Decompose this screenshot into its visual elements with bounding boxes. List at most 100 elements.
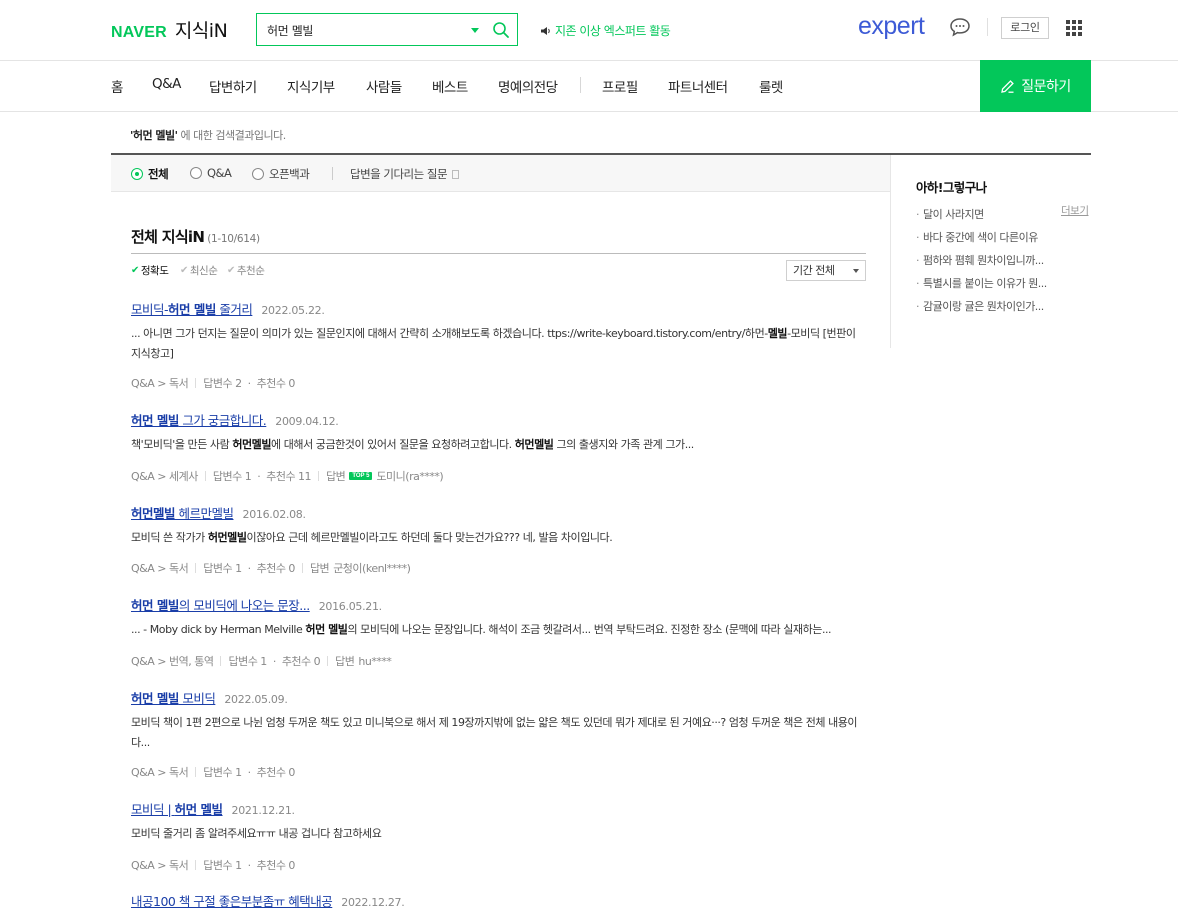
radio-icon [190,167,202,179]
result-date: 2022.05.09. [224,693,288,706]
result-title-link[interactable]: 허먼 멜빌 그가 궁금합니다. [131,410,267,429]
naver-logo-text: NAVER [111,24,167,41]
side-list-item[interactable]: 특별시를 붙이는 이유가 뭔... [916,275,1047,298]
result-category[interactable]: Q&A > 독서 [131,764,189,780]
expert-notice-link[interactable]: 지존 이상 엑스퍼트 활동 [540,22,671,39]
result-recommend-count: 추천수 0 [281,655,321,668]
result-snippet: 책'모비딕'을 만든 사람 허먼멜빌에 대해서 궁금한것이 있어서 질문을 요청… [131,435,866,455]
result-title-link[interactable]: 허먼 멜빌 모비딕 [131,688,216,707]
result-title-link[interactable]: 모비딕-허먼 멜빌 줄거리 [131,299,253,318]
result-category[interactable]: Q&A > 독서 [131,560,189,576]
result-item: 허먼멜빌 헤르만멜빌 2016.02.08. 모비딕 쓴 작가가 허먼멜빌이잖아… [131,503,866,575]
snippet-text: 그의 출생지와 가족 관계 그가... [553,438,694,451]
sort-accuracy[interactable]: ✔ 정확도 [131,263,169,278]
result-snippet: ... - Moby dick by Herman Melville 허먼 멜빌… [131,620,866,640]
check-icon: ✔ [131,265,139,276]
result-answer-count: 답변수 1 [203,766,242,779]
result-title-link[interactable]: 허먼 멜빌의 모비딕에 나오는 문장... [131,595,310,614]
side-list-item[interactable]: 펌하와 폄훼 뭔차이입니까... [916,252,1047,275]
result-title-text: 줄거리 [215,302,253,317]
result-title-text: 의 모비딕에 나오는 문장... [178,598,310,613]
filter-radio-encyclopedia[interactable]: 오픈백과 [252,166,310,182]
result-title-highlight: 허먼 멜빌 [131,598,179,613]
expert-logo[interactable]: expert [858,12,925,41]
chat-icon[interactable] [949,17,971,37]
result-title-highlight: 허먼 멜빌 [131,413,179,428]
result-title-link[interactable]: 허먼멜빌 헤르만멜빌 [131,503,234,522]
result-title-text: 내공100 책 구절 좋은부분좀ㅠ 혜택내공 [131,894,333,909]
filter-label-encyclopedia: 오픈백과 [269,167,310,181]
apps-grid-icon[interactable] [1066,20,1082,36]
result-snippet: 모비딕 책이 1편 2편으로 나뉜 엄청 두꺼운 책도 있고 미니북으로 해서 … [131,716,858,749]
chevron-down-icon [853,269,859,273]
meta-dot: · [257,469,261,483]
answerer-name[interactable]: hu**** [358,655,391,668]
login-button[interactable]: 로그인 [1001,17,1049,39]
side-list-item[interactable]: 감귤이랑 귤은 뭔차이인가... [916,298,1047,321]
filter-radio-qna[interactable]: Q&A [190,166,232,180]
sort-accuracy-label: 정확도 [140,265,169,277]
result-category[interactable]: Q&A > 독서 [131,857,189,873]
result-item: 허먼 멜빌 모비딕 2022.05.09. 모비딕 책이 1편 2편으로 나뉜 … [131,688,866,779]
nav-item-home[interactable]: 홈 [111,76,123,96]
naver-kin-logo[interactable]: NAVER 지식iN [111,16,228,43]
result-category[interactable]: Q&A > 독서 [131,375,189,391]
snippet-highlight: 허먼멜빌 [514,438,554,451]
nav-item-people[interactable]: 사람들 [366,76,402,96]
result-answer-count: 답변수 1 [203,562,242,575]
result-title-link[interactable]: 내공100 책 구절 좋은부분좀ㅠ 혜택내공 [131,891,333,910]
nav-item-best[interactable]: 베스트 [432,76,468,96]
snippet-text: 의 모비딕에 나오는 문장입니다. 해석이 조금 헷갈려서... 번역 부탁드려… [347,623,832,636]
result-item: 허먼 멜빌의 모비딕에 나오는 문장... 2016.05.21. ... - … [131,595,866,668]
snippet-text: 책'모비딕'을 만든 사람 [131,438,233,451]
meta-divider [204,471,206,481]
meta-dot: · [272,654,277,668]
filter-label-qna: Q&A [207,166,232,180]
period-select[interactable]: 기간 전체 [786,260,866,281]
nav-item-roulette[interactable]: 룰렛 [759,76,783,96]
meta-divider [327,656,329,666]
kin-logo-text: 지식iN [174,20,228,42]
result-category[interactable]: Q&A > 세계사 [131,468,198,484]
result-category[interactable]: Q&A > 번역, 통역 [131,653,214,669]
sort-latest[interactable]: ✔ 최신순 [180,263,218,278]
result-title-text: 모비딕 [178,691,216,706]
nav-item-hall-of-fame[interactable]: 명예의전당 [498,76,558,96]
result-meta: Q&A > 독서 답변수 1 · 추천수 0 [131,764,295,780]
check-icon: ✔ [227,265,235,276]
period-select-value: 기간 전체 [793,264,835,277]
meta-dot: · [247,376,252,390]
nav-item-qna[interactable]: Q&A [152,76,181,92]
side-list: 달이 사라지면 바다 중간에 색이 다른이유 펌하와 폄훼 뭔차이입니까... … [916,206,1047,321]
filter-radio-all[interactable]: 전체 [131,166,169,182]
nav-item-partner-center[interactable]: 파트너센터 [668,76,728,96]
ask-question-button[interactable]: 질문하기 [980,60,1091,112]
result-answer-count: 답변수 1 [212,470,252,483]
side-list-item[interactable]: 달이 사라지면 [916,206,1047,229]
search-icon[interactable] [492,21,510,39]
nav-item-profile[interactable]: 프로필 [602,76,638,96]
result-title-link[interactable]: 모비딕 | 허먼 멜빌 [131,799,223,818]
snippet-highlight: 허먼멜빌 [232,438,272,451]
result-title-text: 모비딕 | [131,802,175,817]
side-more-link[interactable]: 더보기 [1061,203,1089,218]
result-title-text: 모비딕- [131,302,169,317]
search-input[interactable] [267,21,457,39]
nav-item-answer[interactable]: 답변하기 [209,76,257,96]
filter-bar: 전체 Q&A 오픈백과 답변을 기다리는 질문 [111,155,891,192]
sort-recommend[interactable]: ✔ 추천순 [227,263,265,278]
result-date: 2009.04.12. [275,415,339,428]
snippet-text: ... - Moby dick by Herman Melville [131,623,306,636]
sort-latest-label: 최신순 [189,265,218,277]
answerer-name[interactable]: 군청이(kenl****) [333,560,411,576]
search-dropdown-icon[interactable] [471,28,479,33]
result-answer-count: 답변수 1 [228,655,267,668]
result-note-query: '허먼 멜빌' [130,129,178,142]
meta-dot: · [247,561,252,575]
nav-item-donation[interactable]: 지식기부 [287,76,335,96]
result-note-suffix: 에 대한 검색결과입니다. [177,129,287,142]
side-list-item[interactable]: 바다 중간에 색이 다른이유 [916,229,1047,252]
result-date: 2021.12.21. [231,804,295,817]
waiting-questions-link[interactable]: 답변을 기다리는 질문 [350,166,460,182]
answerer-name[interactable]: 도미니(ra****) [376,468,443,484]
